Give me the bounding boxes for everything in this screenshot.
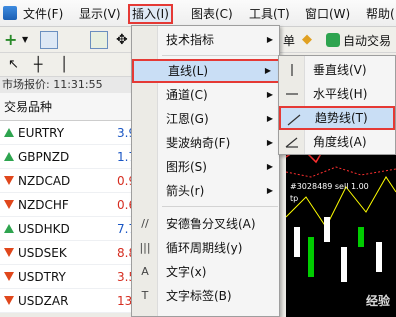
menu-item-fibonacci[interactable]: 斐波纳奇(F) ▶ xyxy=(132,131,281,155)
menu-item-lines[interactable]: 直线(L) ▶ xyxy=(132,59,281,83)
symbol-label: USDSEK xyxy=(18,246,67,260)
insert-menu: 技术指标 ▶ 直线(L) ▶ 通道(C) ▶ 江恩(G) ▶ 斐波纳奇(F) ▶… xyxy=(131,25,281,317)
down-arrow-icon xyxy=(4,272,14,281)
menu-item-gann[interactable]: 江恩(G) ▶ xyxy=(132,107,281,131)
submenu-arrow-icon: ▶ xyxy=(266,138,273,147)
symbol-label: USDZAR xyxy=(18,294,69,308)
up-arrow-icon xyxy=(4,152,14,161)
menu-item-text-label[interactable]: T 文字标签(B) xyxy=(132,284,281,308)
down-arrow-icon xyxy=(4,176,14,185)
angle-line-icon xyxy=(285,137,298,148)
menu-item-vertical-line[interactable]: 垂直线(V) xyxy=(279,58,395,82)
down-arrow-icon xyxy=(4,200,14,209)
menu-insert[interactable]: 插入(I) xyxy=(128,4,173,24)
symbol-label: GBPNZD xyxy=(18,150,70,164)
submenu-arrow-icon: ▶ xyxy=(264,66,271,75)
app-icon xyxy=(3,6,17,20)
submenu-arrow-icon: ▶ xyxy=(266,114,273,123)
menu-item-cycle-lines[interactable]: ||| 循环周期线(y) xyxy=(132,236,281,260)
auto-trade-button[interactable]: 自动交易 xyxy=(343,32,391,49)
column-header-symbol[interactable]: 交易品种 xyxy=(0,93,135,121)
cursor-icon[interactable]: ↖ xyxy=(8,56,26,74)
symbol-label: NZDCAD xyxy=(18,174,71,188)
list-item[interactable]: NZDCHF 0.6 xyxy=(0,193,136,217)
chevron-down-icon[interactable]: ▼ xyxy=(22,31,40,49)
submenu-arrow-icon: ▶ xyxy=(266,90,273,99)
lines-submenu: 垂直线(V) 水平线(H) 趋势线(T) 角度线(A) xyxy=(278,55,396,155)
toolbar-chart-label[interactable]: 单 xyxy=(283,32,295,49)
edit-icon[interactable]: ◆ xyxy=(302,31,320,49)
trendline-icon xyxy=(287,114,301,126)
menu-item-arrows[interactable]: 箭头(r) ▶ xyxy=(132,179,281,203)
menu-item-horizontal-line[interactable]: 水平线(H) xyxy=(279,82,395,106)
menu-item-channels[interactable]: 通道(C) ▶ xyxy=(132,83,281,107)
tp-label: tp xyxy=(290,194,298,203)
menu-item-text[interactable]: A 文字(x) xyxy=(132,260,281,284)
menu-item-indicators[interactable]: 技术指标 ▶ xyxy=(132,28,281,52)
watermark: 经验 xyxy=(365,294,390,308)
symbol-label: USDHKD xyxy=(18,222,70,236)
list-item[interactable]: NZDCAD 0.9 xyxy=(0,169,136,193)
pitchfork-icon: // xyxy=(141,217,149,230)
list-item[interactable]: USDHKD 7.7 xyxy=(0,217,136,241)
menu-item-andrews-pitchfork[interactable]: // 安德鲁分叉线(A) xyxy=(132,212,281,236)
list-item[interactable]: EURTRY 3.9 xyxy=(0,121,136,145)
menu-tools[interactable]: 工具(T) xyxy=(247,4,292,24)
menu-item-trendline[interactable]: 趋势线(T) xyxy=(279,106,395,130)
vertical-line-tool-icon[interactable]: │ xyxy=(60,56,78,74)
submenu-arrow-icon: ▶ xyxy=(266,35,273,44)
new-chart-icon[interactable]: + xyxy=(4,31,22,49)
submenu-arrow-icon: ▶ xyxy=(266,186,273,195)
zoom-icon[interactable] xyxy=(90,31,108,49)
symbol-label: NZDCHF xyxy=(18,198,69,212)
vertical-line-icon xyxy=(291,64,293,76)
menubar: 文件(F) 显示(V) 插入(I) 图表(C) 工具(T) 窗口(W) 帮助( xyxy=(0,0,396,27)
cycle-lines-icon: ||| xyxy=(139,241,151,254)
up-arrow-icon xyxy=(4,128,14,137)
text-label-icon: T xyxy=(141,289,149,302)
horizontal-line-icon xyxy=(286,93,298,95)
symbol-label: USDTRY xyxy=(18,270,66,284)
symbol-label: EURTRY xyxy=(18,126,65,140)
menu-file[interactable]: 文件(F) xyxy=(21,4,65,24)
down-arrow-icon xyxy=(4,296,14,305)
menu-window[interactable]: 窗口(W) xyxy=(303,4,352,24)
menu-view[interactable]: 显示(V) xyxy=(77,4,123,24)
down-arrow-icon xyxy=(4,248,14,257)
profiles-icon[interactable] xyxy=(40,31,58,49)
trade-annotation: #3028489 sell 1.00 xyxy=(290,182,369,191)
list-item[interactable]: USDZAR 13.0 xyxy=(0,289,144,313)
list-item[interactable]: GBPNZD 1.7 xyxy=(0,145,136,169)
menu-item-shapes[interactable]: 图形(S) ▶ xyxy=(132,155,281,179)
crosshair-tool-icon[interactable]: ┼ xyxy=(34,56,52,74)
auto-trade-icon[interactable] xyxy=(326,33,340,47)
menu-charts[interactable]: 图表(C) xyxy=(189,4,235,24)
menu-help[interactable]: 帮助( xyxy=(364,4,396,24)
list-item[interactable]: USDTRY 3.5 xyxy=(0,265,136,289)
up-arrow-icon xyxy=(4,224,14,233)
menu-item-angle-line[interactable]: 角度线(A) xyxy=(279,130,395,154)
submenu-arrow-icon: ▶ xyxy=(266,162,273,171)
list-item[interactable]: USDSEK 8.8 xyxy=(0,241,136,265)
text-icon: A xyxy=(141,265,149,278)
